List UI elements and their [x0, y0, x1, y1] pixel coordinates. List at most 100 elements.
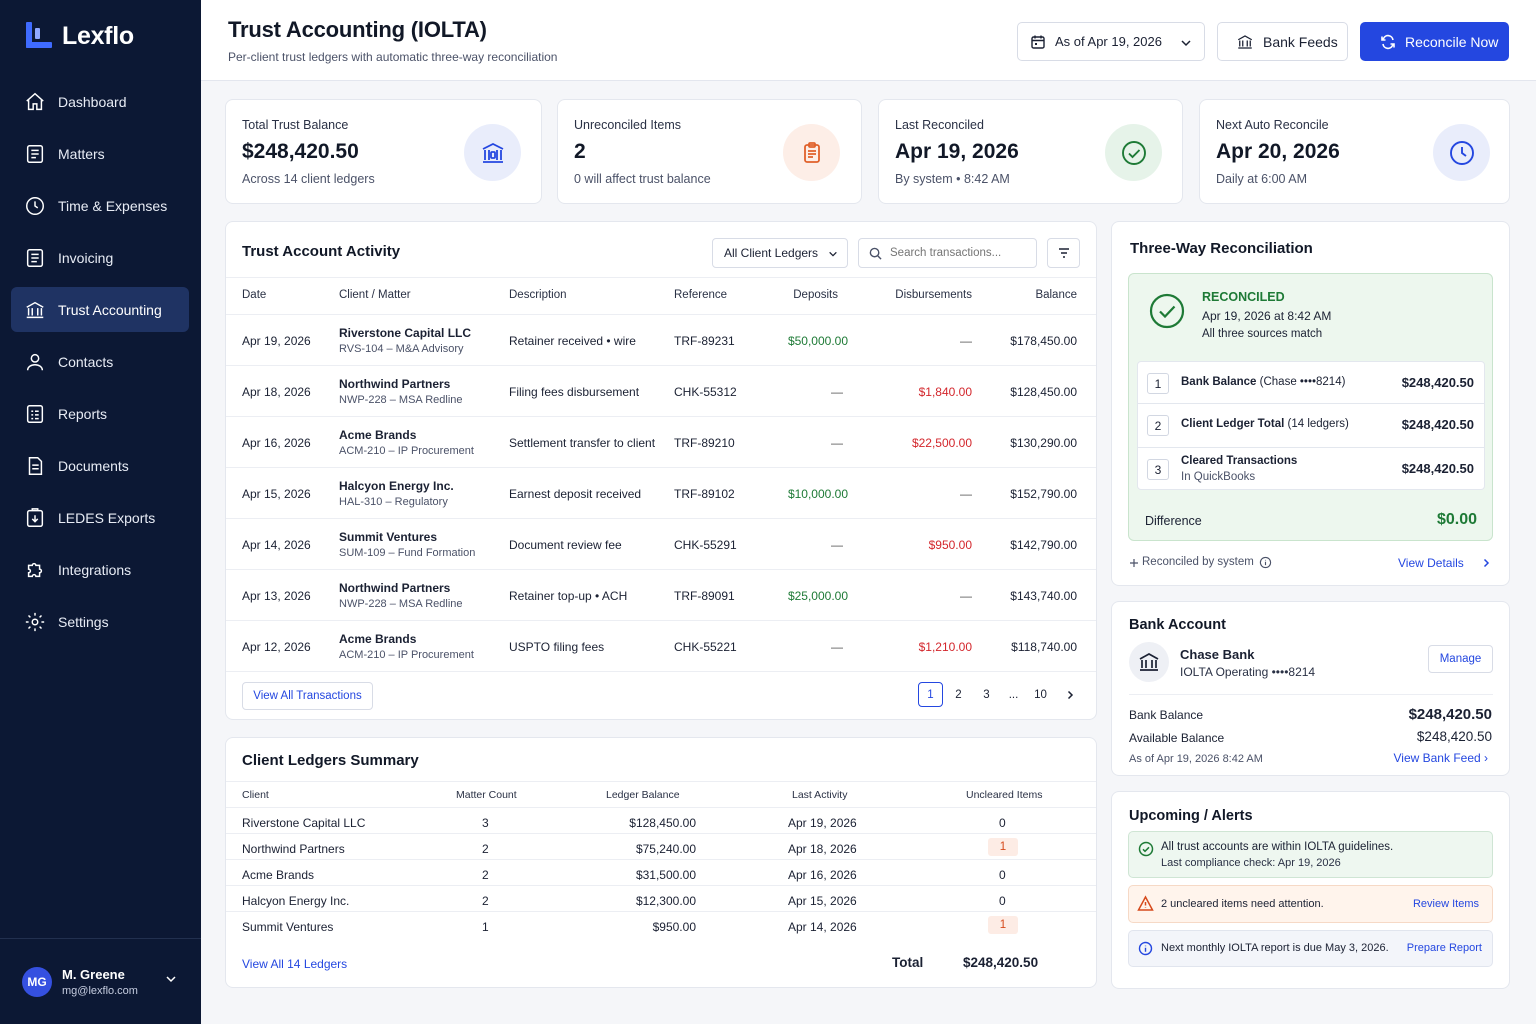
recon-item-label: Cleared Transactions — [1181, 455, 1298, 467]
sidebar-item-settings[interactable]: Settings — [11, 599, 189, 644]
alert-warning: 2 uncleared items need attention. Review… — [1128, 885, 1493, 923]
row-reference: TRF-89102 — [674, 487, 735, 501]
row-matter: NWP-228 – MSA Redline — [339, 598, 463, 610]
bank-as-of: As of Apr 19, 2026 8:42 AM — [1129, 753, 1263, 765]
row-date: Apr 16, 2026 — [242, 436, 311, 450]
sidebar-item-invoicing[interactable]: Invoicing — [11, 235, 189, 280]
review-items-link[interactable]: Review Items — [1413, 898, 1479, 910]
reconcile-now-label: Reconcile Now — [1405, 33, 1499, 50]
column-header: Disbursements — [895, 289, 972, 301]
row-deposit: $50,000.00 — [787, 334, 848, 348]
sidebar-item-ledes-exports[interactable]: LEDES Exports — [11, 495, 189, 540]
user-menu[interactable]: MG M. Greene mg@lexflo.com — [0, 938, 201, 1024]
sidebar-item-label: Reports — [58, 405, 108, 422]
home-icon — [26, 92, 44, 110]
sidebar-item-documents[interactable]: Documents — [11, 443, 189, 488]
ledger-balance: $31,500.00 — [635, 868, 696, 882]
search-input[interactable] — [890, 247, 1030, 259]
stat-label: Last Reconciled — [895, 118, 984, 132]
page-ellipsis: ... — [1008, 688, 1019, 701]
recon-item: 3 Cleared Transactions In QuickBooks $24… — [1137, 447, 1485, 490]
sidebar-item-contacts[interactable]: Contacts — [11, 339, 189, 384]
puzzle-icon — [27, 562, 43, 577]
manage-button[interactable]: Manage — [1428, 645, 1493, 673]
row-date: Apr 13, 2026 — [242, 589, 311, 603]
sidebar-item-dashboard[interactable]: Dashboard — [11, 79, 189, 124]
stat-sub: Daily at 6:00 AM — [1216, 172, 1308, 186]
next-page-button[interactable] — [1057, 682, 1082, 707]
app-logo[interactable]: Lexflo — [24, 20, 134, 52]
row-disbursement: $22,500.00 — [911, 436, 972, 450]
filter-button[interactable] — [1047, 238, 1080, 268]
column-header: Deposits — [793, 289, 838, 301]
sidebar-item-label: Time & Expenses — [58, 197, 168, 214]
row-reference: CHK-55291 — [674, 538, 737, 552]
table-row[interactable]: Apr 14, 2026 Summit Ventures SUM-109 – F… — [226, 518, 1096, 569]
view-bank-feed-link[interactable]: View Bank Feed › — [1394, 751, 1489, 765]
date-select[interactable]: As of Apr 19, 2026 — [1017, 22, 1205, 61]
row-disbursement: $1,840.00 — [918, 385, 972, 399]
recon-status: RECONCILED — [1202, 290, 1285, 304]
chevron-right-icon[interactable] — [1481, 558, 1491, 568]
view-all-ledgers-link[interactable]: View All 14 Ledgers — [242, 957, 347, 971]
recon-item-number: 2 — [1147, 415, 1169, 436]
alerts-title: Upcoming / Alerts — [1129, 808, 1253, 824]
table-row[interactable]: Apr 18, 2026 Northwind Partners NWP-228 … — [226, 365, 1096, 416]
view-all-transactions-button[interactable]: View All Transactions — [242, 682, 373, 710]
ledger-balance: $950.00 — [652, 920, 696, 934]
chevron-down-icon[interactable] — [165, 973, 177, 985]
table-row[interactable]: Apr 12, 2026 Acme Brands ACM-210 – IP Pr… — [226, 620, 1096, 671]
recon-when: Apr 19, 2026 at 8:42 AM — [1202, 309, 1332, 323]
page-3[interactable]: 3 — [974, 682, 999, 707]
row-client: Halcyon Energy Inc. — [339, 479, 454, 493]
ledger-filter-select[interactable]: All Client Ledgers — [712, 238, 848, 268]
row-matter: NWP-228 – MSA Redline — [339, 394, 463, 406]
bank-balance-value: $248,420.50 — [1408, 706, 1492, 723]
row-client: Acme Brands — [339, 632, 417, 646]
bank-icon — [1139, 653, 1159, 671]
stat-value: Apr 20, 2026 — [1216, 140, 1340, 163]
chevron-down-icon — [1181, 40, 1191, 47]
uncleared-badge: 1 — [988, 838, 1018, 856]
table-row[interactable]: Riverstone Capital LLC 3 $128,450.00 Apr… — [226, 807, 1096, 833]
table-row[interactable]: Northwind Partners 2 $75,240.00 Apr 18, … — [226, 833, 1096, 859]
table-row[interactable]: Halcyon Energy Inc. 2 $12,300.00 Apr 15,… — [226, 885, 1096, 911]
row-disbursement: — — [960, 589, 972, 603]
ledger-count: 2 — [482, 868, 489, 882]
table-row[interactable]: Acme Brands 2 $31,500.00 Apr 16, 2026 0 — [226, 859, 1096, 885]
table-row[interactable]: Apr 13, 2026 Northwind Partners NWP-228 … — [226, 569, 1096, 620]
ledger-client: Northwind Partners — [242, 842, 345, 856]
sidebar-item-matters[interactable]: Matters — [11, 131, 189, 176]
recon-item-label-wrap: Bank Balance (Chase ••••8214) — [1181, 376, 1345, 388]
info-icon — [1138, 941, 1153, 956]
bank-feeds-button[interactable]: Bank Feeds — [1217, 22, 1348, 61]
info-icon[interactable] — [1259, 556, 1272, 569]
row-deposit: — — [831, 538, 843, 552]
row-client: Acme Brands — [339, 428, 417, 442]
sidebar-item-trust-accounting[interactable]: Trust Accounting — [11, 287, 189, 332]
stat-sub: 0 will affect trust balance — [574, 172, 711, 186]
table-row[interactable]: Apr 15, 2026 Halcyon Energy Inc. HAL-310… — [226, 467, 1096, 518]
page-10[interactable]: 10 — [1028, 682, 1053, 707]
sparkle-icon — [1130, 559, 1138, 567]
search-box[interactable] — [858, 238, 1037, 268]
stat-card-last-reconciled: Last Reconciled Apr 19, 2026 By system •… — [878, 99, 1183, 204]
table-row[interactable]: Apr 16, 2026 Acme Brands ACM-210 – IP Pr… — [226, 416, 1096, 467]
table-row[interactable]: Apr 19, 2026 Riverstone Capital LLC RVS-… — [226, 314, 1096, 365]
page-1[interactable]: 1 — [918, 682, 943, 707]
sidebar-item-reports[interactable]: Reports — [11, 391, 189, 436]
sidebar-item-time-expenses[interactable]: Time & Expenses — [11, 183, 189, 228]
row-disbursement: $1,210.00 — [918, 640, 972, 654]
ledger-last-activity: Apr 18, 2026 — [788, 842, 857, 856]
page-2[interactable]: 2 — [946, 682, 971, 707]
table-divider — [226, 671, 1096, 672]
row-description: Document review fee — [509, 538, 622, 552]
gear-icon — [25, 612, 45, 631]
prepare-report-link[interactable]: Prepare Report — [1407, 942, 1482, 954]
table-row[interactable]: Summit Ventures 1 $950.00 Apr 14, 2026 1 — [226, 911, 1096, 937]
recon-footer: Reconciled by system — [1142, 556, 1254, 568]
row-date: Apr 15, 2026 — [242, 487, 311, 501]
reconcile-now-button[interactable]: Reconcile Now — [1360, 22, 1509, 61]
view-details-link[interactable]: View Details — [1398, 556, 1464, 570]
sidebar-item-integrations[interactable]: Integrations — [11, 547, 189, 592]
